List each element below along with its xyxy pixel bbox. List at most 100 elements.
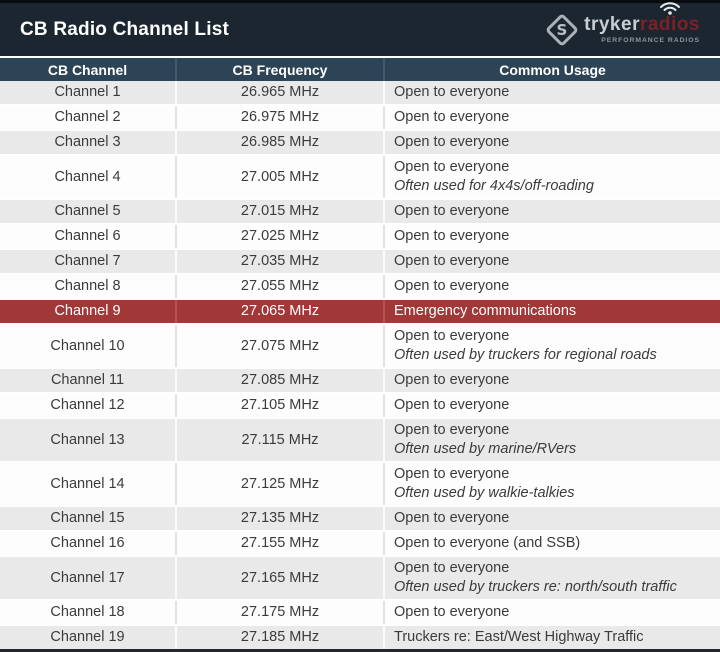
channel-cell: Channel 9 [0, 300, 175, 323]
channel-cell: Channel 10 [0, 325, 175, 367]
channel-cell: Channel 13 [0, 419, 175, 461]
frequency-cell: 27.175 MHz [175, 601, 383, 624]
frequency-cell: 27.065 MHz [175, 300, 383, 323]
table-row: Channel 4 27.005 MHz Open to everyone Of… [0, 154, 720, 198]
logo-mark-letter: S [557, 22, 568, 37]
frequency-cell: 26.985 MHz [175, 131, 383, 154]
usage-cell: Open to everyone [383, 275, 720, 298]
usage-text: Open to everyone (and SSB) [394, 534, 580, 553]
table-row: Channel 3 26.985 MHz Open to everyone [0, 129, 720, 154]
usage-text: Open to everyone [394, 227, 509, 246]
channel-cell: Channel 15 [0, 507, 175, 530]
usage-text: Open to everyone [394, 83, 509, 102]
frequency-cell: 27.035 MHz [175, 250, 383, 273]
table-row: Channel 12 27.105 MHz Open to everyone [0, 392, 720, 417]
brand-logo: S tryker radios PERFORMANCE RADIOS [550, 15, 706, 44]
table-row: Channel 13 27.115 MHz Open to everyone O… [0, 417, 720, 461]
frequency-cell: 27.155 MHz [175, 532, 383, 555]
usage-text: Open to everyone [394, 396, 509, 415]
frequency-cell: 27.085 MHz [175, 369, 383, 392]
channel-cell: Channel 7 [0, 250, 175, 273]
diamond-s-logo-icon: S [545, 13, 579, 47]
usage-cell: Open to everyone [383, 507, 720, 530]
usage-cell: Open to everyone Often used by walkie-ta… [383, 463, 720, 505]
usage-cell: Open to everyone [383, 369, 720, 392]
wifi-signal-icon [659, 0, 681, 15]
frequency-cell: 27.115 MHz [175, 419, 383, 461]
channel-cell: Channel 18 [0, 601, 175, 624]
frequency-cell: 27.025 MHz [175, 225, 383, 248]
frequency-cell: 27.015 MHz [175, 200, 383, 223]
usage-cell: Open to everyone [383, 200, 720, 223]
channel-cell: Channel 14 [0, 463, 175, 505]
frequency-cell: 27.075 MHz [175, 325, 383, 367]
table-row: Channel 18 27.175 MHz Open to everyone [0, 599, 720, 624]
table-header-row: CB Channel CB Frequency Common Usage [0, 58, 720, 81]
usage-note: Often used by truckers for regional road… [394, 346, 657, 365]
usage-cell: Open to everyone Often used by truckers … [383, 325, 720, 367]
logo-word-right: radios [640, 15, 700, 34]
table-body: Channel 1 26.965 MHz Open to everyone Ch… [0, 81, 720, 649]
usage-text: Emergency communications [394, 302, 576, 321]
usage-note: Often used by marine/RVers [394, 440, 576, 459]
cb-channel-list-page: CB Radio Channel List S tryker radios [0, 0, 720, 647]
table-row: Channel 5 27.015 MHz Open to everyone [0, 198, 720, 223]
table-row: Channel 10 27.075 MHz Open to everyone O… [0, 323, 720, 367]
usage-cell: Open to everyone [383, 225, 720, 248]
channel-cell: Channel 6 [0, 225, 175, 248]
usage-cell: Open to everyone [383, 131, 720, 154]
column-header-common-usage: Common Usage [383, 58, 720, 81]
table-row: Channel 16 27.155 MHz Open to everyone (… [0, 530, 720, 555]
usage-text: Open to everyone [394, 559, 509, 578]
usage-cell: Open to everyone [383, 394, 720, 417]
page-title: CB Radio Channel List [20, 19, 229, 41]
frequency-cell: 27.185 MHz [175, 626, 383, 649]
frequency-cell: 27.055 MHz [175, 275, 383, 298]
logo-wordmark: tryker radios [584, 15, 700, 34]
title-bar: CB Radio Channel List S tryker radios [0, 0, 720, 58]
column-header-cb-channel: CB Channel [0, 58, 175, 81]
usage-text: Open to everyone [394, 158, 509, 177]
table-row: Channel 14 27.125 MHz Open to everyone O… [0, 461, 720, 505]
logo-tagline: PERFORMANCE RADIOS [601, 37, 700, 44]
usage-cell: Emergency communications [383, 300, 720, 323]
channel-cell: Channel 1 [0, 81, 175, 104]
channel-cell: Channel 17 [0, 557, 175, 599]
usage-text: Open to everyone [394, 108, 509, 127]
usage-note: Often used by truckers re: north/south t… [394, 578, 677, 597]
usage-note: Often used for 4x4s/off-roading [394, 177, 594, 196]
usage-text: Open to everyone [394, 421, 509, 440]
frequency-cell: 26.965 MHz [175, 81, 383, 104]
usage-text: Open to everyone [394, 603, 509, 622]
frequency-cell: 27.125 MHz [175, 463, 383, 505]
frequency-cell: 27.165 MHz [175, 557, 383, 599]
channel-cell: Channel 8 [0, 275, 175, 298]
channel-cell: Channel 12 [0, 394, 175, 417]
usage-cell: Truckers re: East/West Highway Traffic [383, 626, 720, 649]
channel-cell: Channel 3 [0, 131, 175, 154]
usage-text: Open to everyone [394, 465, 509, 484]
table-row: Channel 11 27.085 MHz Open to everyone [0, 367, 720, 392]
usage-text: Open to everyone [394, 509, 509, 528]
logo-word-right-text: radios [640, 14, 700, 35]
table-row: Channel 1 26.965 MHz Open to everyone [0, 81, 720, 104]
channel-cell: Channel 5 [0, 200, 175, 223]
usage-cell: Open to everyone Often used for 4x4s/off… [383, 156, 720, 198]
usage-text: Open to everyone [394, 371, 509, 390]
usage-text: Open to everyone [394, 202, 509, 221]
logo-text: tryker radios PERFORMANCE RADIOS [584, 15, 700, 44]
frequency-cell: 27.105 MHz [175, 394, 383, 417]
table-row: Channel 7 27.035 MHz Open to everyone [0, 248, 720, 273]
channel-cell: Channel 4 [0, 156, 175, 198]
channel-cell: Channel 11 [0, 369, 175, 392]
usage-note: Often used by walkie-talkies [394, 484, 575, 503]
column-header-cb-frequency: CB Frequency [175, 58, 383, 81]
logo-word-left: tryker [584, 15, 640, 34]
usage-text: Open to everyone [394, 252, 509, 271]
usage-text: Open to everyone [394, 277, 509, 296]
usage-text: Truckers re: East/West Highway Traffic [394, 628, 644, 647]
usage-cell: Open to everyone [383, 81, 720, 104]
channel-cell: Channel 19 [0, 626, 175, 649]
usage-cell: Open to everyone [383, 106, 720, 129]
table-row: Channel 2 26.975 MHz Open to everyone [0, 104, 720, 129]
